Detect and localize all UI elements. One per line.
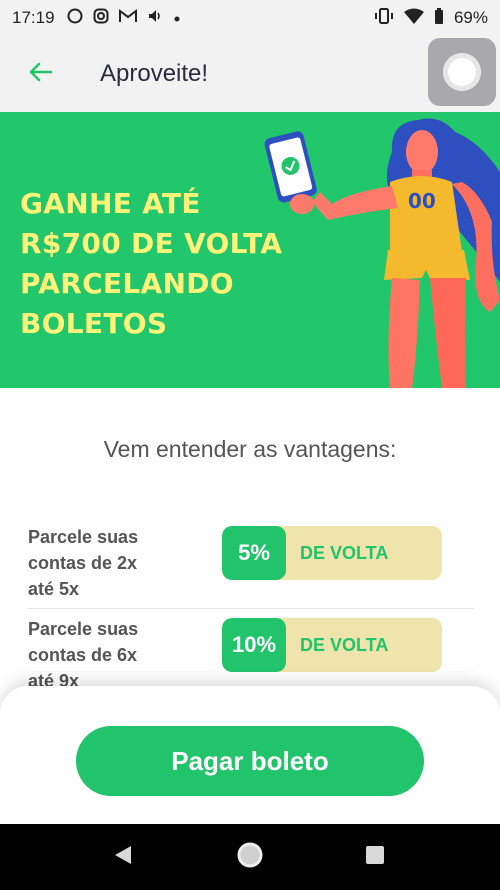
benefit-description-line: contas de 2x — [28, 553, 138, 573]
back-button[interactable] — [22, 56, 58, 92]
nav-home-button[interactable] — [235, 842, 265, 872]
gmail-icon — [118, 8, 137, 28]
navigation-bar — [0, 824, 500, 890]
app-bar: Aproveite! — [0, 36, 500, 112]
cashback-label: DE VOLTA — [300, 634, 389, 655]
promo-banner: GANHE ATÉ R$700 DE VOLTA PARCELANDO BOLE… — [0, 112, 500, 388]
benefit-description-line: Parcele suas — [28, 527, 139, 547]
status-bar: 17:19 69% — [0, 0, 500, 36]
benefit-description: Parcele suas contas de 2x até 5x — [28, 524, 188, 602]
volume-icon — [147, 8, 163, 29]
bottom-sheet: Pagar boleto — [0, 686, 500, 824]
cashback-pill: 10% DE VOLTA — [222, 618, 442, 672]
battery-percent: 69% — [453, 8, 488, 27]
dot-icon — [173, 8, 181, 28]
jersey-number: 00 — [408, 189, 436, 213]
arrow-left-icon — [27, 61, 53, 87]
nav-recents-button[interactable] — [360, 842, 390, 872]
benefits-intro: Vem entender as vantagens: — [103, 436, 397, 462]
circle-home-icon — [236, 841, 264, 873]
circle-notification-icon — [67, 8, 83, 29]
cashback-percent: 5% — [222, 526, 286, 580]
benefit-description: Parcele suas contas de 6x até 9x — [28, 616, 188, 694]
page-title: Aproveite! — [100, 60, 209, 87]
benefit-description-line: até 5x — [28, 579, 80, 599]
wifi-icon — [403, 8, 424, 29]
nav-back-button[interactable] — [108, 842, 138, 872]
triangle-back-icon — [113, 844, 133, 870]
cashback-percent: 10% — [222, 618, 286, 672]
cashback-pill: 5% DE VOLTA — [222, 526, 442, 580]
status-time: 17:19 — [12, 8, 55, 27]
instagram-icon — [93, 8, 109, 29]
assistive-touch-icon — [443, 53, 481, 91]
benefit-description-line: contas de 6x — [28, 645, 138, 665]
character-illustration: 00 — [264, 118, 500, 388]
pay-bill-button[interactable]: Pagar boleto — [76, 726, 424, 796]
cashback-label: DE VOLTA — [300, 542, 389, 563]
square-recents-icon — [364, 844, 386, 870]
vibrate-icon — [374, 7, 394, 29]
battery-icon — [434, 7, 444, 29]
benefit-description-line: Parcele suas — [28, 619, 139, 639]
benefit-row: Parcele suas contas de 2x até 5x 5% DE V… — [28, 522, 474, 609]
assistive-touch-button[interactable] — [428, 38, 496, 106]
